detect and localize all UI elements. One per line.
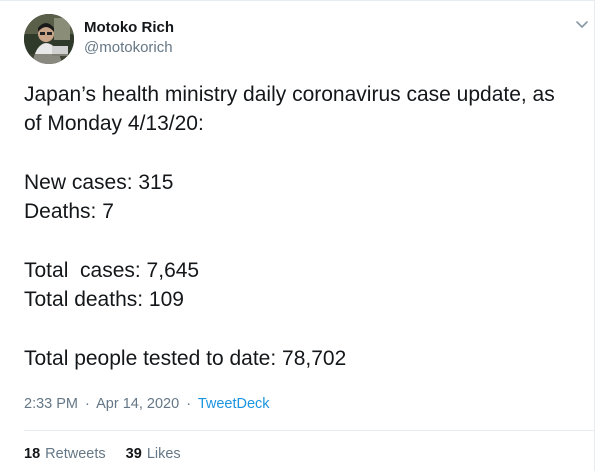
tweet-line: Total deaths: 109 xyxy=(24,288,184,311)
tweet-metadata: 2:33 PM · Apr 14, 2020 · TweetDeck xyxy=(24,396,270,412)
tweet-line: Total people tested to date: 78,702 xyxy=(24,347,347,370)
likes-count: 39 xyxy=(125,446,142,462)
avatar-image xyxy=(24,14,74,64)
tweet-card: Motoko Rich @motokorich Japan’s health m… xyxy=(0,0,595,471)
tweet-source-link[interactable]: TweetDeck xyxy=(198,396,270,412)
divider xyxy=(24,430,595,431)
author-name[interactable]: Motoko Rich xyxy=(84,19,174,36)
separator: · xyxy=(186,396,192,412)
retweets-label: Retweets xyxy=(45,446,106,462)
author-handle[interactable]: @motokorich xyxy=(84,39,173,56)
divider xyxy=(0,0,595,1)
tweet-stats: 18 Retweets 39 Likes xyxy=(24,446,197,462)
retweets-stat[interactable]: 18 Retweets xyxy=(24,446,110,462)
tweet-line: New cases: 315 xyxy=(24,171,174,194)
tweet-date[interactable]: Apr 14, 2020 xyxy=(96,396,179,412)
avatar[interactable] xyxy=(24,14,74,64)
tweet-line: Japan’s health ministry daily coronaviru… xyxy=(24,83,555,106)
tweet-line: Deaths: 7 xyxy=(24,200,114,223)
separator: · xyxy=(85,396,90,412)
tweet-line: Total cases: 7,645 xyxy=(24,259,200,282)
tweet-line: of Monday 4/13/20: xyxy=(24,112,204,135)
likes-stat[interactable]: 39 Likes xyxy=(126,446,181,462)
tweet-text: Japan’s health ministry daily coronaviru… xyxy=(24,80,584,373)
tweet-time[interactable]: 2:33 PM xyxy=(24,396,78,412)
likes-label: Likes xyxy=(146,446,181,462)
retweets-count: 18 xyxy=(24,446,41,462)
chevron-down-icon[interactable] xyxy=(574,16,590,32)
